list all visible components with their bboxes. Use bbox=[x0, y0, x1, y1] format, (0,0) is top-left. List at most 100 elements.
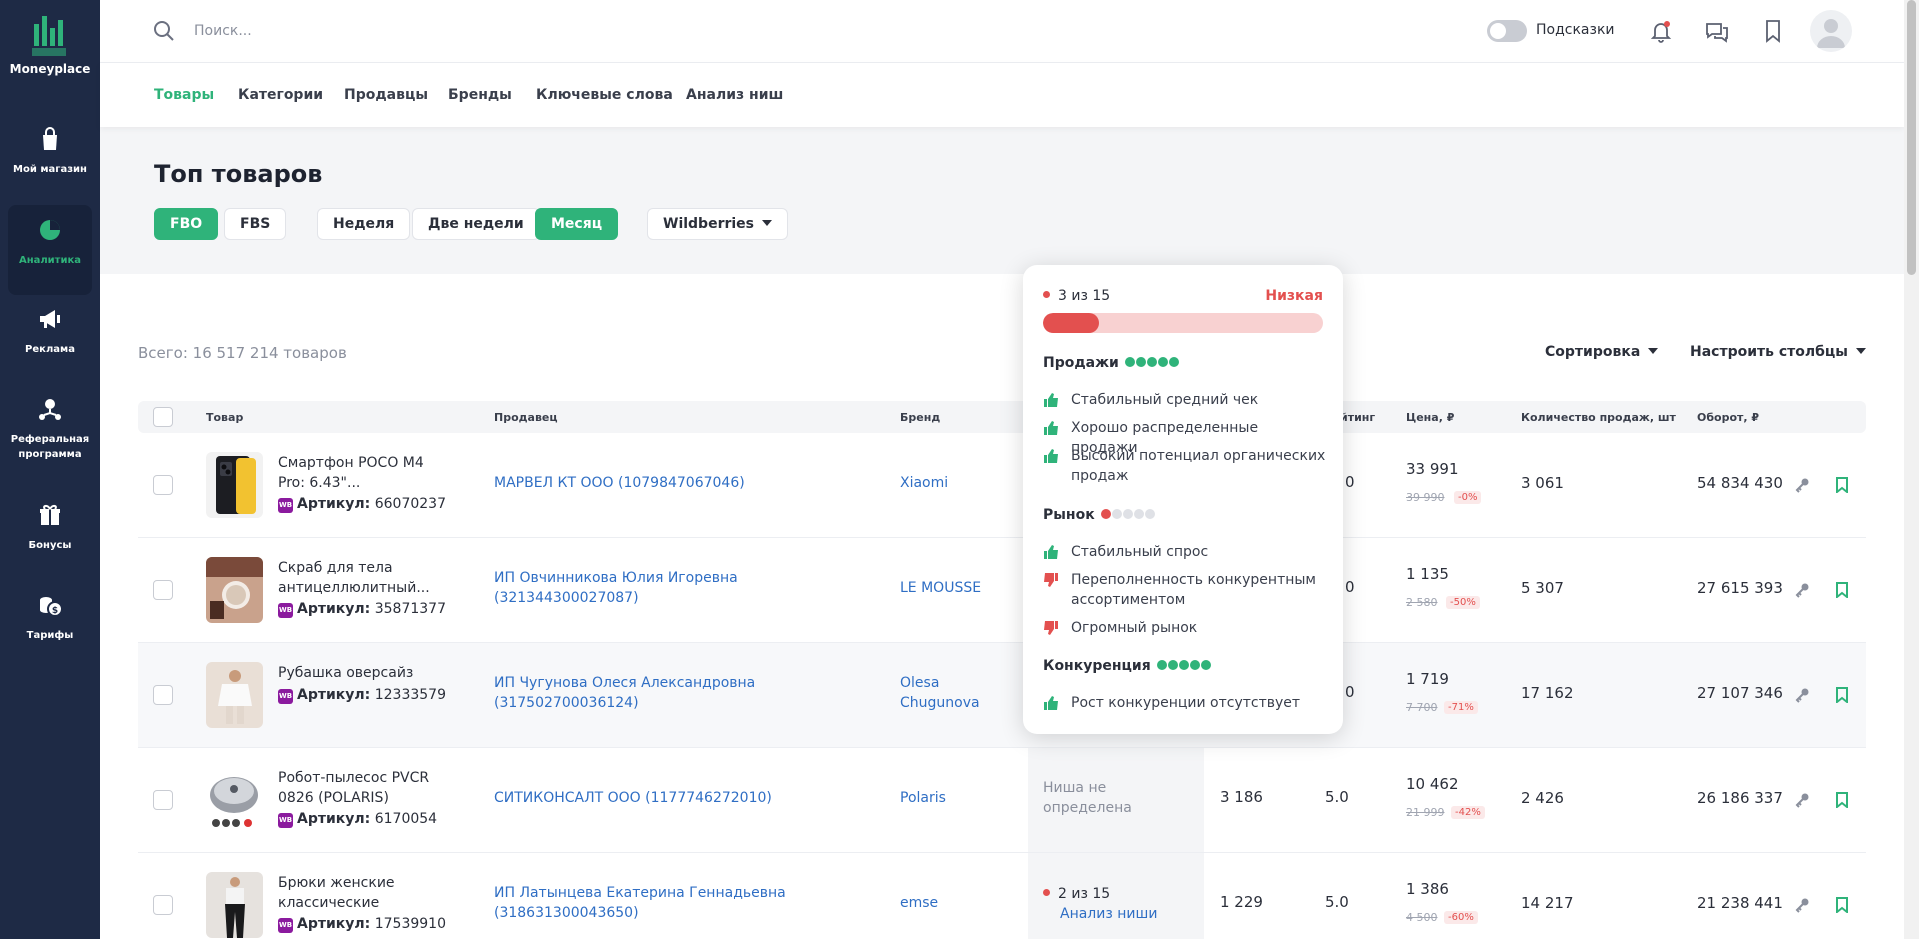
rank-dot-icon bbox=[1043, 889, 1050, 896]
competition-rating-dots bbox=[1156, 658, 1212, 674]
product-name[interactable]: Брюки женские классические нарядные... bbox=[278, 873, 453, 915]
scrollbar-thumb[interactable] bbox=[1907, 0, 1916, 275]
col-sales[interactable]: Количество продаж, шт bbox=[1521, 411, 1676, 424]
select-all-checkbox[interactable] bbox=[153, 407, 173, 427]
bookmark-icon[interactable] bbox=[1760, 18, 1786, 44]
col-price[interactable]: Цена, ₽ bbox=[1406, 411, 1454, 424]
price-value: 1 386 bbox=[1406, 880, 1449, 898]
reviews-value: 1 229 bbox=[1220, 893, 1263, 911]
row-checkbox[interactable] bbox=[153, 475, 173, 495]
bookmark-icon[interactable] bbox=[1834, 477, 1850, 493]
seller-link[interactable]: СИТИКОНСАЛТ ООО (1177746272010) bbox=[494, 788, 794, 808]
sidebar-item-label: Тарифы bbox=[26, 630, 74, 641]
sort-dropdown[interactable]: Сортировка bbox=[1545, 344, 1659, 360]
marketplace-dropdown[interactable]: Wildberries bbox=[647, 208, 789, 240]
product-image[interactable] bbox=[206, 452, 263, 518]
old-price: 2 580 bbox=[1406, 596, 1438, 609]
bookmark-icon[interactable] bbox=[1834, 897, 1850, 913]
sidebar-item-my-shop[interactable]: Мой магазин bbox=[8, 118, 92, 192]
product-image[interactable] bbox=[206, 557, 263, 623]
row-checkbox[interactable] bbox=[153, 685, 173, 705]
key-icon[interactable] bbox=[1794, 582, 1810, 598]
bookmark-icon[interactable] bbox=[1834, 792, 1850, 808]
product-image[interactable] bbox=[206, 767, 263, 833]
col-product[interactable]: Товар bbox=[206, 411, 243, 424]
product-name[interactable]: Смартфон POCO M4 Pro: 6.43"... bbox=[278, 453, 453, 493]
chat-icon[interactable] bbox=[1704, 18, 1730, 44]
sidebar-item-referral[interactable]: Реферальная программа bbox=[8, 388, 92, 470]
seller-link[interactable]: ИП Овчинникова Юлия Игоревна (3213443000… bbox=[494, 568, 794, 608]
brand-link[interactable]: emse bbox=[900, 893, 1000, 913]
sales-value: 14 217 bbox=[1521, 894, 1574, 912]
logo[interactable]: Moneyplace bbox=[0, 12, 100, 76]
old-price: 21 999 bbox=[1406, 806, 1445, 819]
row-checkbox[interactable] bbox=[153, 580, 173, 600]
seller-link[interactable]: ИП Чугунова Олеся Александровна (3175027… bbox=[494, 673, 794, 713]
col-revenue[interactable]: Оборот, ₽ bbox=[1697, 411, 1759, 424]
columns-dropdown[interactable]: Настроить столбцы bbox=[1690, 344, 1866, 360]
revenue-value: 54 834 430 bbox=[1697, 474, 1783, 492]
sales-rating-dots bbox=[1124, 355, 1180, 371]
product-name[interactable]: Робот-пылесос PVCR 0826 (POLARIS) bbox=[278, 768, 453, 808]
filter-month[interactable]: Месяц bbox=[535, 208, 619, 240]
col-rating[interactable]: йтинг bbox=[1340, 411, 1375, 424]
brand-link[interactable]: Xiaomi bbox=[900, 473, 1000, 493]
product-image[interactable] bbox=[206, 872, 263, 938]
shirt-image bbox=[206, 662, 263, 728]
table-row[interactable]: Брюки женские классические нарядные... W… bbox=[138, 853, 1866, 939]
sales-value: 2 426 bbox=[1521, 789, 1564, 807]
row-checkbox[interactable] bbox=[153, 790, 173, 810]
article-value: 35871377 bbox=[374, 601, 446, 617]
hints-toggle[interactable] bbox=[1487, 20, 1527, 42]
discount-badge: -42% bbox=[1451, 806, 1485, 819]
tab-sellers[interactable]: Продавцы bbox=[344, 87, 428, 103]
filter-fbs[interactable]: FBS bbox=[224, 208, 287, 240]
tab-niche-analysis[interactable]: Анализ ниш bbox=[686, 87, 783, 103]
col-seller[interactable]: Продавец bbox=[494, 411, 558, 424]
seller-link[interactable]: МАРВЕЛ КТ ООО (1079847067046) bbox=[494, 473, 794, 493]
sidebar-item-analytics[interactable]: Аналитика bbox=[8, 205, 92, 295]
article-label: Артикул: bbox=[297, 601, 371, 617]
product-name[interactable]: Скраб для тела антицеллюлитный... bbox=[278, 558, 453, 598]
table-row[interactable]: Робот-пылесос PVCR 0826 (POLARIS) WB Арти… bbox=[138, 748, 1866, 853]
seller-link[interactable]: ИП Латынцева Екатерина Геннадьевна (3186… bbox=[494, 883, 794, 923]
sidebar-item-ads[interactable]: Реклама bbox=[8, 298, 92, 372]
niche-analysis-link[interactable]: Анализ ниши bbox=[1060, 906, 1157, 922]
bookmark-icon[interactable] bbox=[1834, 582, 1850, 598]
filter-two-weeks[interactable]: Две недели bbox=[412, 208, 540, 240]
brand-link[interactable]: Olesa Chugunova bbox=[900, 673, 1000, 713]
sidebar-item-bonuses[interactable]: Бонусы bbox=[8, 494, 92, 568]
sidebar-item-tariffs[interactable]: $ Тарифы bbox=[8, 584, 92, 658]
scrub-image bbox=[206, 557, 263, 623]
sales-value: 17 162 bbox=[1521, 684, 1574, 702]
tab-categories[interactable]: Категории bbox=[238, 87, 323, 103]
tab-products[interactable]: Товары bbox=[154, 87, 214, 103]
bookmark-icon[interactable] bbox=[1834, 687, 1850, 703]
filter-week[interactable]: Неделя bbox=[317, 208, 411, 240]
table-row[interactable]: Смартфон POCO M4 Pro: 6.43"... WB Артикул… bbox=[138, 433, 1866, 538]
page-scrollbar[interactable] bbox=[1904, 0, 1919, 939]
tab-keywords[interactable]: Ключевые слова bbox=[536, 87, 673, 103]
table-row[interactable]: Скраб для тела антицеллюлитный... WB Арти… bbox=[138, 538, 1866, 643]
shopping-bag-icon bbox=[43, 127, 57, 150]
row-checkbox[interactable] bbox=[153, 895, 173, 915]
avatar[interactable] bbox=[1810, 10, 1852, 52]
key-icon[interactable] bbox=[1794, 477, 1810, 493]
referral-icon bbox=[39, 399, 61, 420]
table-row[interactable]: Рубашка оверсайз WB Артикул: 12333579 ИП … bbox=[138, 643, 1866, 748]
sales-title: Продажи bbox=[1043, 355, 1119, 371]
key-icon[interactable] bbox=[1794, 687, 1810, 703]
tab-brands[interactable]: Бренды bbox=[448, 87, 512, 103]
market-item-text: Огромный рынок bbox=[1071, 620, 1198, 636]
brand-link[interactable]: LE MOUSSE bbox=[900, 578, 1000, 598]
col-brand[interactable]: Бренд bbox=[900, 411, 940, 424]
key-icon[interactable] bbox=[1794, 792, 1810, 808]
search-input[interactable] bbox=[194, 18, 494, 44]
product-name[interactable]: Рубашка оверсайз bbox=[278, 663, 453, 683]
brand-link[interactable]: Polaris bbox=[900, 788, 1000, 808]
revenue-value: 27 615 393 bbox=[1697, 579, 1783, 597]
key-icon[interactable] bbox=[1794, 897, 1810, 913]
filter-fbo[interactable]: FBO bbox=[154, 208, 219, 240]
bell-icon[interactable] bbox=[1648, 18, 1674, 44]
product-image[interactable] bbox=[206, 662, 263, 728]
